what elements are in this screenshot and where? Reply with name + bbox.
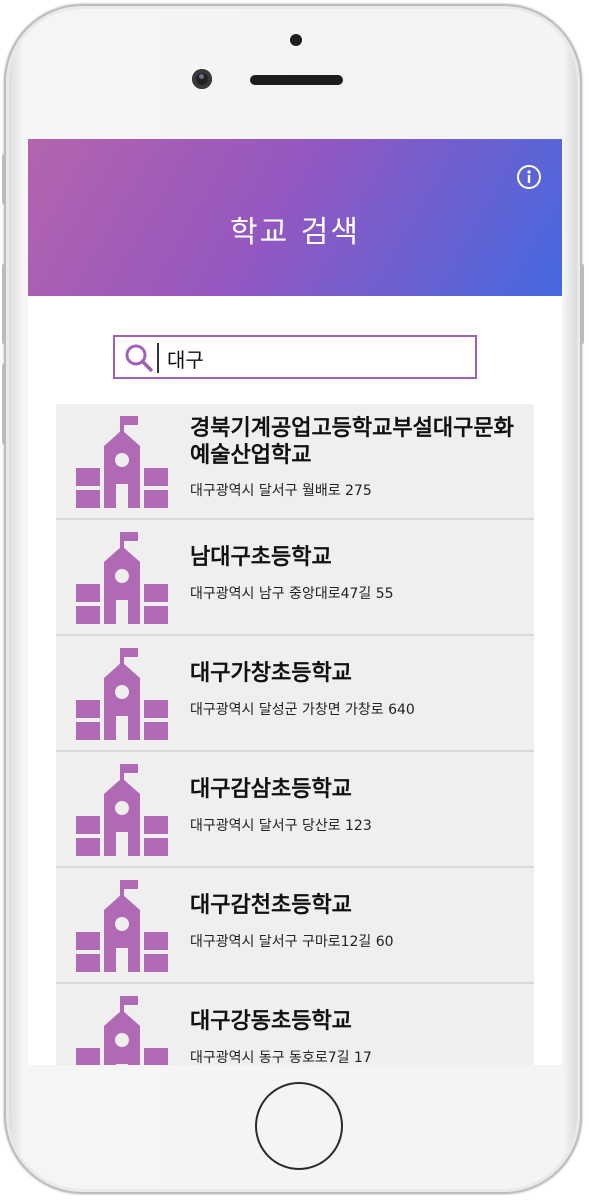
school-address: 대구광역시 동구 동호로7길 17 (190, 1050, 372, 1065)
school-name: 대구가창초등학교 (190, 661, 352, 686)
school-icon (76, 648, 168, 740)
home-button[interactable] (255, 1082, 343, 1170)
list-item[interactable]: 대구강동초등학교 대구광역시 동구 동호로7길 17 (56, 984, 534, 1065)
power-button (580, 264, 584, 344)
info-icon[interactable] (516, 164, 542, 190)
search-box[interactable] (113, 335, 477, 379)
earpiece-speaker (250, 75, 343, 85)
school-name: 대구감삼초등학교 (190, 777, 352, 802)
school-address: 대구광역시 달서구 당산로 123 (190, 818, 372, 834)
list-item[interactable]: 대구감삼초등학교 대구광역시 달서구 당산로 123 (56, 752, 534, 868)
header: 학교 검색 (28, 139, 562, 296)
page-title: 학교 검색 (230, 215, 360, 250)
school-icon (76, 996, 168, 1065)
school-address: 대구광역시 달서구 월배로 275 (190, 483, 372, 499)
list-item[interactable]: 남대구초등학교 대구광역시 남구 중앙대로47길 55 (56, 520, 534, 636)
school-address: 대구광역시 남구 중앙대로47길 55 (190, 586, 394, 602)
list-item[interactable]: 경북기계공업고등학교부설대구문화예술산업학교 대구광역시 달서구 월배로 275 (56, 404, 534, 520)
proximity-sensor (290, 34, 302, 46)
school-icon (76, 764, 168, 856)
app-screen: 학교 검색 대구 경북기계공업고등학교부설대구문화예술산업학교 대구광역시 달서… (28, 139, 562, 1065)
mute-switch (2, 154, 6, 204)
list-item[interactable]: 대구감천초등학교 대구광역시 달서구 구마로12길 60 (56, 868, 534, 984)
school-name: 경북기계공업고등학교부설대구문화예술산업학교 (190, 416, 514, 468)
volume-up-button (2, 264, 6, 344)
school-name: 대구감천초등학교 (190, 893, 352, 918)
school-icon (76, 416, 168, 508)
school-address: 대구광역시 달서구 구마로12길 60 (190, 934, 394, 950)
list-item[interactable]: 대구가창초등학교 대구광역시 달성군 가창면 가창로 640 (56, 636, 534, 752)
front-camera (192, 69, 212, 89)
school-icon (76, 532, 168, 624)
volume-down-button (2, 364, 6, 444)
school-result-list: 경북기계공업고등학교부설대구문화예술산업학교 대구광역시 달서구 월배로 275 (56, 404, 534, 1065)
search-input[interactable] (157, 343, 467, 373)
school-icon (76, 880, 168, 972)
school-name: 대구강동초등학교 (190, 1009, 352, 1034)
school-address: 대구광역시 달성군 가창면 가창로 640 (190, 702, 415, 718)
search-icon (125, 344, 153, 372)
school-name: 남대구초등학교 (190, 545, 332, 570)
